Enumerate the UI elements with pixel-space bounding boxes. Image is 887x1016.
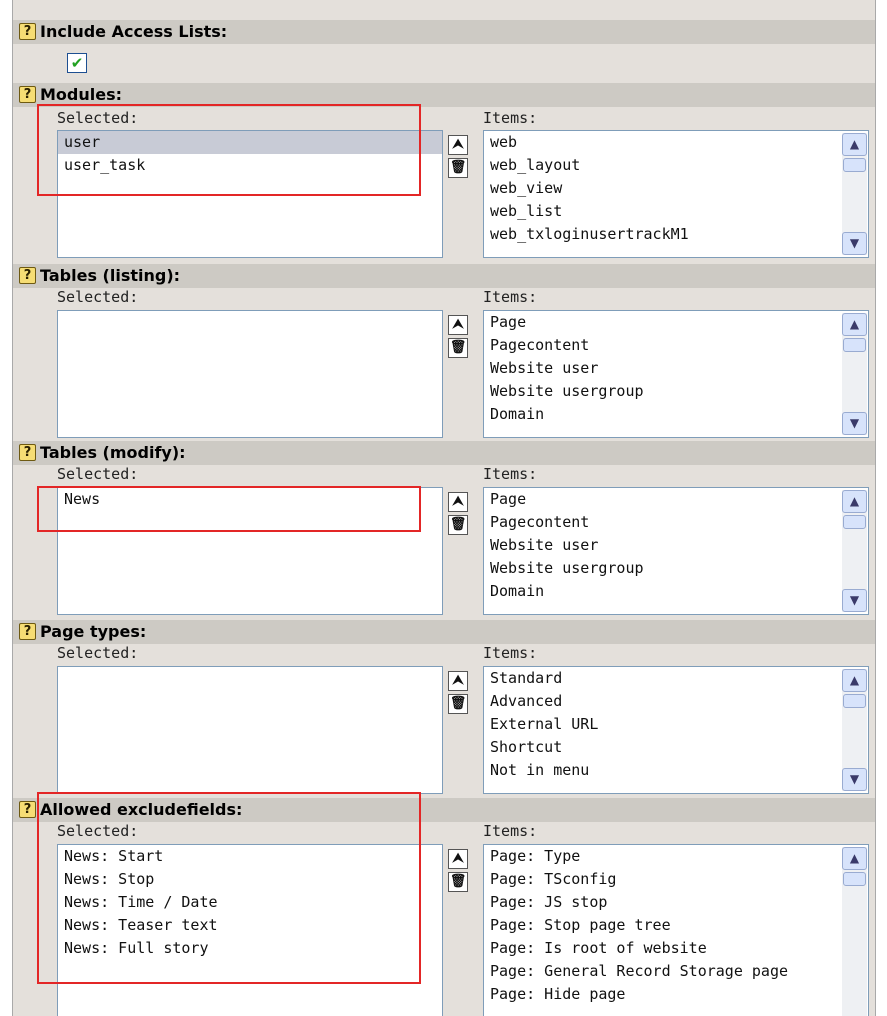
- scroll-down-icon[interactable]: ▼: [842, 768, 867, 791]
- tables-listing-label: Tables (listing):: [40, 266, 181, 285]
- list-item[interactable]: Page: [484, 311, 838, 334]
- move-to-top-icon[interactable]: ⮝: [448, 135, 468, 155]
- list-item[interactable]: Website user: [484, 357, 838, 380]
- allowed-excludefields-items-caption: Items:: [483, 822, 538, 840]
- annotation-box: [37, 104, 421, 196]
- list-item[interactable]: Standard: [484, 667, 838, 690]
- help-icon[interactable]: ?: [19, 444, 36, 461]
- list-item[interactable]: web_layout: [484, 154, 838, 177]
- list-item[interactable]: Page: JS stop: [484, 891, 838, 914]
- trash-icon[interactable]: 🗑: [448, 872, 468, 892]
- annotation-box: [37, 486, 421, 532]
- modules-items-list[interactable]: web web_layout web_view web_list web_txl…: [483, 130, 869, 258]
- modules-items-scrollbar[interactable]: ▲ ▼: [842, 133, 867, 255]
- page-types-selected-caption: Selected:: [57, 644, 139, 662]
- move-to-top-icon[interactable]: ⮝: [448, 849, 468, 869]
- help-icon[interactable]: ?: [19, 623, 36, 640]
- move-to-top-icon[interactable]: ⮝: [448, 315, 468, 335]
- scroll-thumb[interactable]: [843, 872, 866, 886]
- move-to-top-icon[interactable]: ⮝: [448, 671, 468, 691]
- scroll-down-icon[interactable]: ▼: [842, 589, 867, 612]
- page-types-items-scrollbar[interactable]: ▲ ▼: [842, 669, 867, 791]
- move-to-top-icon[interactable]: ⮝: [448, 492, 468, 512]
- list-item[interactable]: Not in menu: [484, 759, 838, 782]
- scroll-up-icon[interactable]: ▲: [842, 490, 867, 513]
- help-icon[interactable]: ?: [19, 267, 36, 284]
- list-item[interactable]: Page: TSconfig: [484, 868, 838, 891]
- tables-modify-label: Tables (modify):: [40, 443, 186, 462]
- list-item[interactable]: Page: General Record Storage page: [484, 960, 838, 983]
- list-item[interactable]: Pagecontent: [484, 511, 838, 534]
- tables-modify-items-scrollbar[interactable]: ▲ ▼: [842, 490, 867, 612]
- tables-listing-items-caption: Items:: [483, 288, 538, 306]
- list-item[interactable]: Page: [484, 488, 838, 511]
- list-item[interactable]: web_list: [484, 200, 838, 223]
- page-types-items-caption: Items:: [483, 644, 538, 662]
- page-types-header: ? Page types:: [13, 620, 875, 644]
- trash-icon[interactable]: 🗑: [448, 515, 468, 535]
- page-types-selected-list[interactable]: [57, 666, 443, 794]
- list-item[interactable]: web: [484, 131, 838, 154]
- trash-icon[interactable]: 🗑: [448, 158, 468, 178]
- list-item[interactable]: Website usergroup: [484, 557, 838, 580]
- trash-icon[interactable]: 🗑: [448, 338, 468, 358]
- page-types-label: Page types:: [40, 622, 147, 641]
- list-item[interactable]: Page: Is root of website: [484, 937, 838, 960]
- scroll-up-icon[interactable]: ▲: [842, 669, 867, 692]
- list-item[interactable]: Domain: [484, 580, 838, 603]
- list-item[interactable]: web_txloginusertrackM1: [484, 223, 838, 246]
- tables-listing-selected-caption: Selected:: [57, 288, 139, 306]
- scroll-thumb[interactable]: [843, 158, 866, 172]
- tables-modify-selected-caption: Selected:: [57, 465, 139, 483]
- list-item[interactable]: Advanced: [484, 690, 838, 713]
- include-access-lists-header: ? Include Access Lists:: [13, 20, 875, 44]
- list-item[interactable]: Pagecontent: [484, 334, 838, 357]
- include-access-lists-checkbox[interactable]: ✔: [67, 53, 87, 73]
- list-item[interactable]: Shortcut: [484, 736, 838, 759]
- scroll-thumb[interactable]: [843, 338, 866, 352]
- tables-modify-items-list[interactable]: Page Pagecontent Website user Website us…: [483, 487, 869, 615]
- list-item[interactable]: Website user: [484, 534, 838, 557]
- help-icon[interactable]: ?: [19, 23, 36, 40]
- list-item[interactable]: web_view: [484, 177, 838, 200]
- list-item[interactable]: Website usergroup: [484, 380, 838, 403]
- tables-modify-header: ? Tables (modify):: [13, 441, 875, 465]
- scroll-thumb[interactable]: [843, 694, 866, 708]
- tables-listing-selected-list[interactable]: [57, 310, 443, 438]
- list-item[interactable]: External URL: [484, 713, 838, 736]
- list-item[interactable]: Page: Type: [484, 845, 838, 868]
- list-item[interactable]: Page: Stop page tree: [484, 914, 838, 937]
- allowed-excludefields-items-list[interactable]: Page: Type Page: TSconfig Page: JS stop …: [483, 844, 869, 1016]
- scroll-down-icon[interactable]: ▼: [842, 412, 867, 435]
- scroll-up-icon[interactable]: ▲: [842, 847, 867, 870]
- trash-icon[interactable]: 🗑: [448, 694, 468, 714]
- page-types-items-list[interactable]: Standard Advanced External URL Shortcut …: [483, 666, 869, 794]
- scroll-thumb[interactable]: [843, 515, 866, 529]
- modules-items-caption: Items:: [483, 109, 538, 127]
- tables-listing-items-scrollbar[interactable]: ▲ ▼: [842, 313, 867, 435]
- list-item[interactable]: Page: Hide page: [484, 983, 838, 1006]
- help-icon[interactable]: ?: [19, 86, 36, 103]
- help-icon[interactable]: ?: [19, 801, 36, 818]
- be-group-access-form: ? Include Access Lists: ✔ ? Modules: Sel…: [12, 0, 876, 1016]
- tables-listing-items-list[interactable]: Page Pagecontent Website user Website us…: [483, 310, 869, 438]
- scroll-up-icon[interactable]: ▲: [842, 133, 867, 156]
- include-access-lists-label: Include Access Lists:: [40, 22, 228, 41]
- allowed-excludefields-items-scrollbar[interactable]: ▲: [842, 847, 867, 1016]
- tables-listing-header: ? Tables (listing):: [13, 264, 875, 288]
- tables-modify-items-caption: Items:: [483, 465, 538, 483]
- modules-label: Modules:: [40, 85, 123, 104]
- list-item[interactable]: Domain: [484, 403, 838, 426]
- scroll-down-icon[interactable]: ▼: [842, 232, 867, 255]
- scroll-up-icon[interactable]: ▲: [842, 313, 867, 336]
- annotation-box: [37, 792, 421, 984]
